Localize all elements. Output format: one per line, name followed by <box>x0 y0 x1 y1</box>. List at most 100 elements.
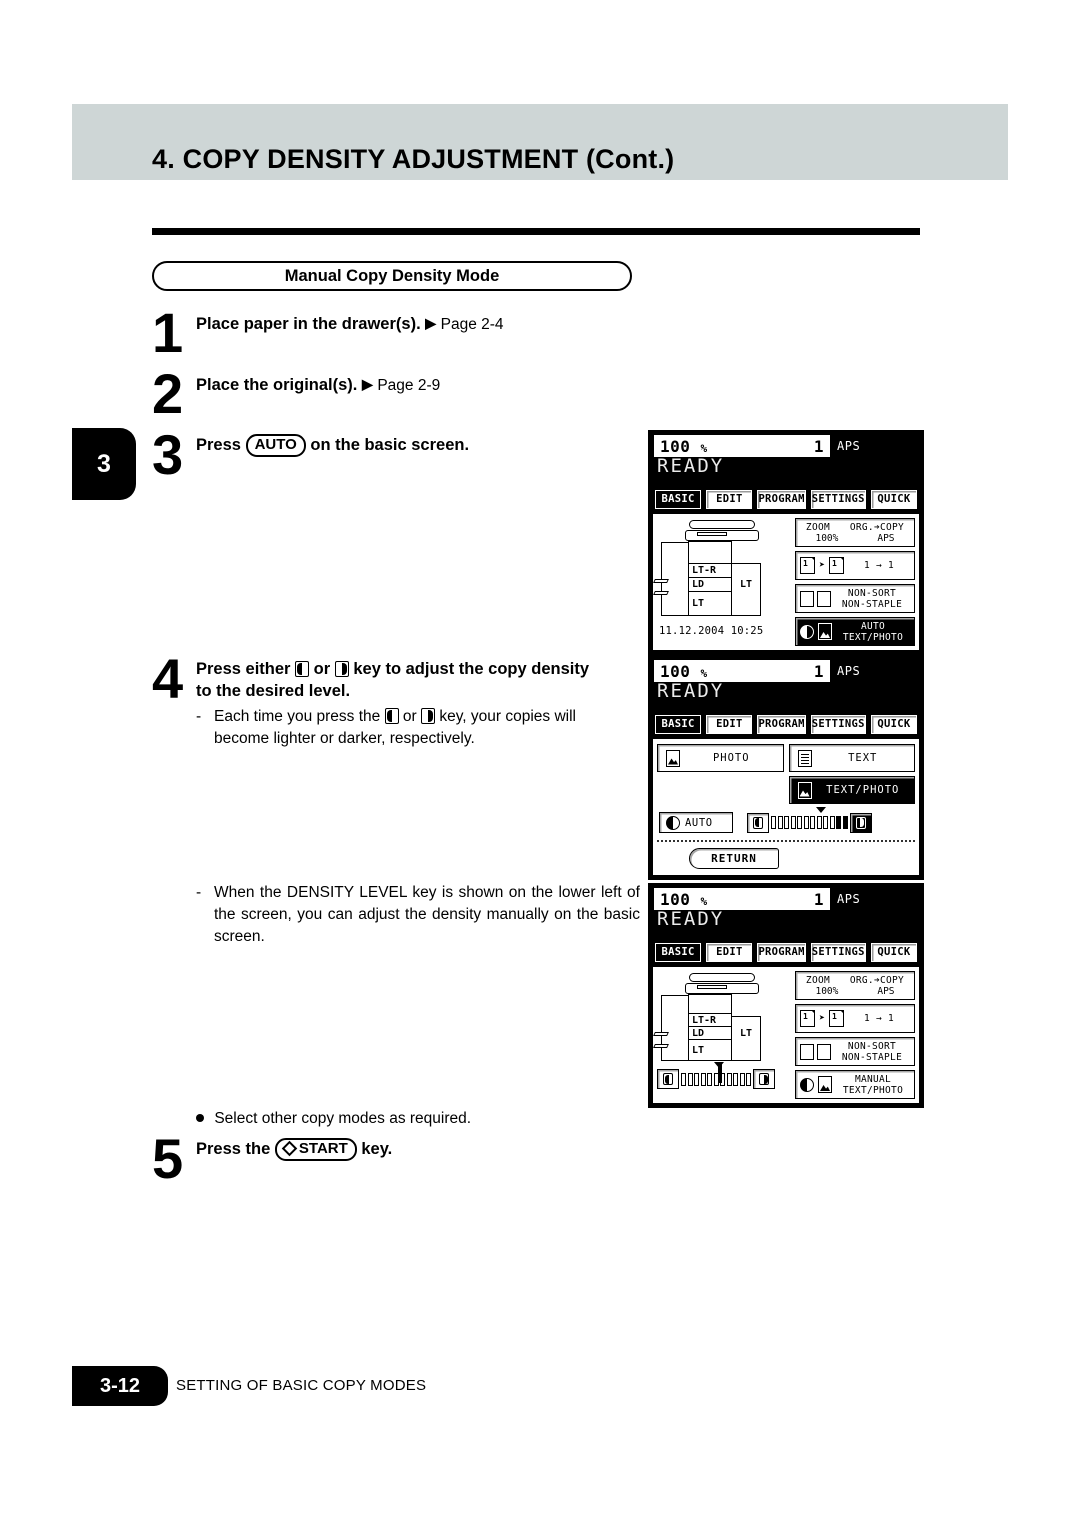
step-1-number: 1 <box>152 301 184 364</box>
lcd-tab-quick[interactable]: QUICK <box>870 715 917 734</box>
lcd-tab-bar[interactable]: BASIC EDIT PROGRAM SETTINGS QUICK <box>650 937 922 967</box>
lcd-tab-edit[interactable]: EDIT <box>706 715 753 734</box>
lcd-tab-program[interactable]: PROGRAM <box>757 715 806 734</box>
lcd-tab-quick[interactable]: QUICK <box>870 490 917 509</box>
lcd-panel-basic-screen[interactable]: 100 % 1 APS READY BASIC EDIT PROGRAM SET… <box>648 430 924 655</box>
density-darker-button[interactable] <box>849 812 872 833</box>
lcd-tab-program[interactable]: PROGRAM <box>757 943 806 962</box>
lcd-zoom-display: 100 % 1 <box>654 660 830 682</box>
auto-and-density-slider-row[interactable]: AUTO <box>657 807 915 833</box>
step-3-number: 3 <box>152 423 184 486</box>
density-mode-line1: MANUAL <box>854 1073 892 1085</box>
lcd-percent-sign: % <box>700 894 708 908</box>
slider-tick <box>733 1072 738 1086</box>
lighter-icon <box>753 816 763 829</box>
lcd-tab-basic[interactable]: BASIC <box>655 490 702 509</box>
density-darker-icon[interactable] <box>334 661 349 677</box>
copier-glass <box>689 973 755 982</box>
lcd-tab-edit[interactable]: EDIT <box>706 490 753 509</box>
lcd-tab-quick[interactable]: QUICK <box>870 943 917 962</box>
step-2-text: Place the original(s). <box>196 376 358 394</box>
lcd-copies-count: 1 <box>813 436 824 456</box>
drawer-2[interactable]: LD <box>688 577 732 592</box>
photo-mode-button[interactable]: PHOTO <box>657 744 784 772</box>
zoom-button[interactable]: ZOOM ORG.➔COPY 100% APS <box>795 971 915 1000</box>
finisher-button-label: NON-SORT NON-STAPLE <box>834 1041 910 1063</box>
lcd-tab-bar[interactable]: BASIC EDIT PROGRAM SETTINGS QUICK <box>650 709 922 739</box>
slider-tick <box>810 816 815 829</box>
duplex-button-label: 1 → 1 <box>863 1013 895 1024</box>
text-photo-mode-button[interactable]: TEXT/PHOTO <box>788 776 915 804</box>
slider-tick-filled <box>836 816 841 829</box>
note-dash: - <box>196 884 202 901</box>
drawer-1[interactable]: LT-R <box>688 1013 732 1027</box>
density-mode-button[interactable]: AUTO TEXT/PHOTO <box>795 617 915 646</box>
lcd-tab-basic[interactable]: BASIC <box>655 715 702 734</box>
lcd-tab-basic[interactable]: BASIC <box>655 943 702 962</box>
auto-density-icon <box>666 815 680 830</box>
density-mode-button[interactable]: MANUAL TEXT/PHOTO <box>795 1070 915 1099</box>
step-1-text: Place paper in the drawer(s). <box>196 315 421 333</box>
lcd-tab-settings[interactable]: SETTINGS <box>810 490 866 509</box>
zoom-button[interactable]: ZOOM ORG.➔COPY 100% APS <box>795 518 915 547</box>
footer-section-title: SETTING OF BASIC COPY MODES <box>176 1377 427 1394</box>
bypass-tray-label[interactable]: LT <box>731 1025 761 1043</box>
drawer-1[interactable]: LT-R <box>688 563 732 578</box>
duplex-button[interactable]: 1 ➤ 1 1 → 1 <box>795 1004 915 1033</box>
density-slider-panel2[interactable] <box>747 807 872 833</box>
auto-density-button[interactable]: AUTO <box>659 812 733 833</box>
lcd-tab-bar[interactable]: BASIC EDIT PROGRAM SETTINGS QUICK <box>650 484 922 514</box>
start-keycap[interactable]: START <box>274 1138 357 1161</box>
drawer-3[interactable]: LT <box>688 591 732 616</box>
density-darker-button[interactable] <box>753 1069 775 1089</box>
lcd-tab-settings[interactable]: SETTINGS <box>810 943 866 962</box>
slider-tick <box>707 1072 712 1086</box>
finisher-button[interactable]: NON-SORT NON-STAPLE <box>795 584 915 613</box>
copier-glass <box>689 520 755 529</box>
density-lighter-icon[interactable] <box>295 661 310 677</box>
density-lighter-icon[interactable] <box>384 708 399 724</box>
lighter-icon <box>663 1073 673 1085</box>
density-lighter-button[interactable] <box>747 812 769 833</box>
density-slider-ticks <box>681 1061 751 1086</box>
slider-tick <box>746 1072 751 1086</box>
drawer-3[interactable]: LT <box>688 1039 732 1061</box>
lcd-paper-mode: APS <box>837 439 861 453</box>
slider-tick <box>797 816 802 829</box>
step-4-line2: to the desired level. <box>196 682 351 700</box>
lcd-tab-edit[interactable]: EDIT <box>706 943 753 962</box>
drawer-2[interactable]: LD <box>688 1026 732 1040</box>
lcd-tab-settings[interactable]: SETTINGS <box>810 715 866 734</box>
bypass-tray-label[interactable]: LT <box>731 576 761 594</box>
lcd-status-text: READY <box>657 680 725 702</box>
step-3-text-after: on the basic screen. <box>310 436 470 454</box>
copier-tray-icon <box>653 1044 669 1048</box>
density-slider-panel3[interactable] <box>657 1061 790 1089</box>
density-mode-grid[interactable]: PHOTO TEXT TEXT/PHOTO <box>657 744 915 804</box>
finisher-button[interactable]: NON-SORT NON-STAPLE <box>795 1037 915 1066</box>
density-darker-icon[interactable] <box>421 708 436 724</box>
lcd-function-buttons[interactable]: ZOOM ORG.➔COPY 100% APS 1 ➤ 1 1 → 1 NON-… <box>795 518 915 646</box>
lcd-status-bar: 100 % 1 APS READY <box>650 432 922 484</box>
duplex-button[interactable]: 1 ➤ 1 1 → 1 <box>795 551 915 580</box>
page-title: 4. COPY DENSITY ADJUSTMENT (Cont.) <box>152 144 675 174</box>
chapter-tab-number: 3 <box>97 449 111 478</box>
lcd-panel-basic-with-density[interactable]: 100 % 1 APS READY BASIC EDIT PROGRAM SET… <box>648 883 924 1108</box>
density-lighter-button[interactable] <box>657 1069 679 1089</box>
lcd-zoom-value: 100 <box>660 436 691 456</box>
lcd-tab-program[interactable]: PROGRAM <box>757 490 806 509</box>
auto-keycap[interactable]: AUTO <box>245 434 306 457</box>
photo-icon <box>666 749 680 767</box>
slider-position-marker-icon <box>816 807 826 813</box>
slider-tick <box>823 816 828 829</box>
lcd-function-buttons[interactable]: ZOOM ORG.➔COPY 100% APS 1 ➤ 1 1 → 1 NON-… <box>795 971 915 1099</box>
lcd-zoom-value: 100 <box>660 889 691 909</box>
text-mode-button[interactable]: TEXT <box>788 744 915 772</box>
lcd-paper-mode: APS <box>837 664 861 678</box>
slider-tick <box>803 816 809 829</box>
lcd-panel-density-modes[interactable]: 100 % 1 APS READY BASIC EDIT PROGRAM SET… <box>648 655 924 880</box>
lcd-datetime: 11.12.2004 10:25 <box>659 625 764 637</box>
finisher-line2: NON-STAPLE <box>841 1051 903 1063</box>
return-button[interactable]: RETURN <box>689 848 779 869</box>
density-mode-line2: TEXT/PHOTO <box>842 1084 904 1096</box>
